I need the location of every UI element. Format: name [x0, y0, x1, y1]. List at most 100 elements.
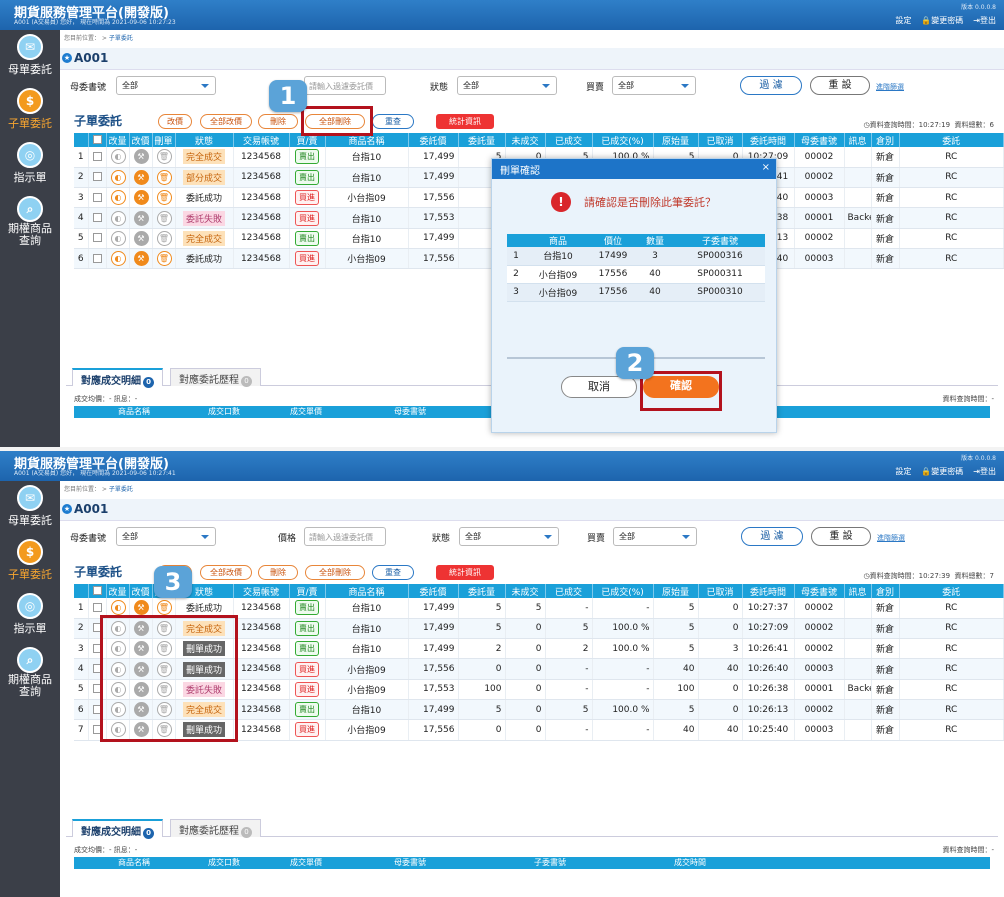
trash-icon[interactable]: 🗑: [156, 190, 172, 206]
close-icon[interactable]: ×: [762, 162, 770, 173]
delete-cell[interactable]: 🗑: [152, 167, 176, 189]
delete-cell[interactable]: 🗑: [152, 248, 176, 270]
select-all-checkbox[interactable]: [88, 133, 107, 147]
trash-icon[interactable]: 🗑: [156, 149, 172, 165]
stats-button[interactable]: 統計資訊: [436, 114, 494, 129]
column-header[interactable]: 原始量: [653, 584, 699, 598]
cancel-button[interactable]: 取消: [561, 376, 637, 398]
change-price-cell[interactable]: ⚒: [129, 187, 153, 209]
column-header[interactable]: 倉別: [871, 133, 900, 147]
hammer-icon[interactable]: ⚒: [133, 169, 149, 185]
trash-icon[interactable]: 🗑: [156, 230, 172, 246]
delete-button[interactable]: 刪除: [258, 114, 298, 129]
change-password-link[interactable]: 🔒變更密碼: [921, 466, 963, 477]
delete-all-button[interactable]: 全部刪除: [305, 565, 365, 580]
trash-icon[interactable]: 🗑: [156, 600, 172, 616]
reset-button[interactable]: 重 設: [811, 527, 871, 546]
column-header[interactable]: 已成交: [545, 584, 593, 598]
reset-button[interactable]: 重 設: [810, 76, 870, 95]
change-all-button[interactable]: 全部改價: [200, 565, 252, 580]
column-header[interactable]: 委託時間: [742, 584, 795, 598]
stats-button[interactable]: 統計資訊: [436, 565, 494, 580]
column-header[interactable]: 母委書號: [794, 133, 845, 147]
change-qty-cell[interactable]: ◐: [106, 147, 130, 168]
refresh-button[interactable]: 重查: [372, 565, 414, 580]
change-qty-icon[interactable]: ◐: [110, 251, 126, 267]
row-checkbox[interactable]: [88, 207, 107, 229]
column-header[interactable]: 已取消: [698, 584, 743, 598]
filter-button[interactable]: 過 濾: [740, 76, 802, 95]
column-header[interactable]: 改價: [129, 133, 153, 147]
buysell-select[interactable]: 全部: [613, 527, 697, 546]
column-header[interactable]: 母委書號: [794, 584, 845, 598]
column-header[interactable]: 買/賣: [289, 584, 326, 598]
column-header[interactable]: 訊息: [844, 584, 872, 598]
column-header[interactable]: 商品名稱: [325, 584, 409, 598]
logout-link[interactable]: ⇥登出: [973, 466, 996, 477]
sidebar-item-product-query[interactable]: ⌕ 期權商品查詢: [0, 196, 60, 248]
column-header[interactable]: 委託價: [408, 584, 459, 598]
price-filter-input[interactable]: 請輸入過濾委託價: [304, 76, 386, 95]
change-price-cell[interactable]: ⚒: [129, 228, 153, 249]
change-qty-button[interactable]: 改價: [158, 114, 192, 129]
column-header[interactable]: 委託時間: [742, 133, 795, 147]
tab-order-history[interactable]: 對應委託歷程 0: [170, 819, 261, 838]
parent-no-select[interactable]: 全部: [116, 76, 216, 95]
tab-order-history[interactable]: 對應委託歷程 0: [170, 368, 261, 387]
change-all-button[interactable]: 全部改價: [200, 114, 252, 129]
row-checkbox[interactable]: [88, 228, 107, 249]
price-filter-input[interactable]: 請輸入過濾委託價: [304, 527, 386, 546]
status-select[interactable]: 全部: [457, 76, 557, 95]
delete-button[interactable]: 刪除: [258, 565, 298, 580]
row-checkbox[interactable]: [88, 248, 107, 270]
column-header[interactable]: 原始量: [653, 133, 699, 147]
sidebar-item-product-query[interactable]: ⌕ 期權商品查詢: [0, 647, 60, 699]
parent-no-select[interactable]: 全部: [116, 527, 216, 546]
column-header[interactable]: 委託量: [458, 133, 506, 147]
delete-cell[interactable]: 🗑: [152, 147, 176, 168]
column-header[interactable]: 已成交(%): [592, 584, 654, 598]
column-header[interactable]: 倉別: [871, 584, 900, 598]
advanced-filter-link[interactable]: 進階篩選: [877, 533, 905, 543]
column-header[interactable]: 委託: [899, 133, 1004, 147]
column-header[interactable]: 已成交(%): [592, 133, 654, 147]
hammer-icon[interactable]: ⚒: [133, 230, 149, 246]
settings-link[interactable]: 設定: [895, 15, 911, 26]
change-price-cell[interactable]: ⚒: [129, 167, 153, 189]
row-checkbox[interactable]: [88, 187, 107, 209]
hammer-icon[interactable]: ⚒: [133, 251, 149, 267]
column-header[interactable]: 已取消: [698, 133, 743, 147]
change-qty-icon[interactable]: ◐: [110, 600, 126, 616]
change-qty-icon[interactable]: ◐: [110, 149, 126, 165]
column-header[interactable]: 改價: [129, 584, 153, 598]
column-header[interactable]: 交易帳號: [233, 133, 290, 147]
change-qty-cell[interactable]: ◐: [106, 207, 130, 229]
settings-link[interactable]: 設定: [895, 466, 911, 477]
advanced-filter-link[interactable]: 進階篩選: [876, 82, 904, 92]
column-header[interactable]: 交易帳號: [233, 584, 290, 598]
tab-trade-detail[interactable]: 對應成交明細 0: [72, 819, 163, 839]
sidebar-item-instruction[interactable]: ◎ 指示單: [0, 593, 60, 645]
column-header[interactable]: 未成交: [505, 133, 546, 147]
delete-cell[interactable]: 🗑: [152, 187, 176, 209]
delete-cell[interactable]: 🗑: [152, 207, 176, 229]
hammer-icon[interactable]: ⚒: [133, 600, 149, 616]
change-qty-icon[interactable]: ◐: [110, 230, 126, 246]
column-header[interactable]: 委託量: [458, 584, 506, 598]
column-header[interactable]: 委託價: [408, 133, 459, 147]
sidebar-item-child-order[interactable]: $ 子單委託: [0, 88, 60, 140]
change-qty-cell[interactable]: ◐: [106, 167, 130, 189]
change-qty-cell[interactable]: ◐: [106, 248, 130, 270]
column-header[interactable]: 委託: [899, 584, 1004, 598]
change-price-cell[interactable]: ⚒: [129, 147, 153, 168]
tab-trade-detail[interactable]: 對應成交明細 0: [72, 368, 163, 388]
column-header[interactable]: 訊息: [844, 133, 872, 147]
filter-button[interactable]: 過 濾: [741, 527, 803, 546]
hammer-icon[interactable]: ⚒: [133, 149, 149, 165]
sidebar-item-instruction[interactable]: ◎ 指示單: [0, 142, 60, 194]
sidebar-item-child-order[interactable]: $ 子單委託: [0, 539, 60, 591]
change-qty-icon[interactable]: ◐: [110, 190, 126, 206]
sidebar-item-parent-order[interactable]: ✉ 母單委託: [0, 34, 60, 86]
column-header[interactable]: 刪單: [152, 133, 176, 147]
trash-icon[interactable]: 🗑: [156, 251, 172, 267]
